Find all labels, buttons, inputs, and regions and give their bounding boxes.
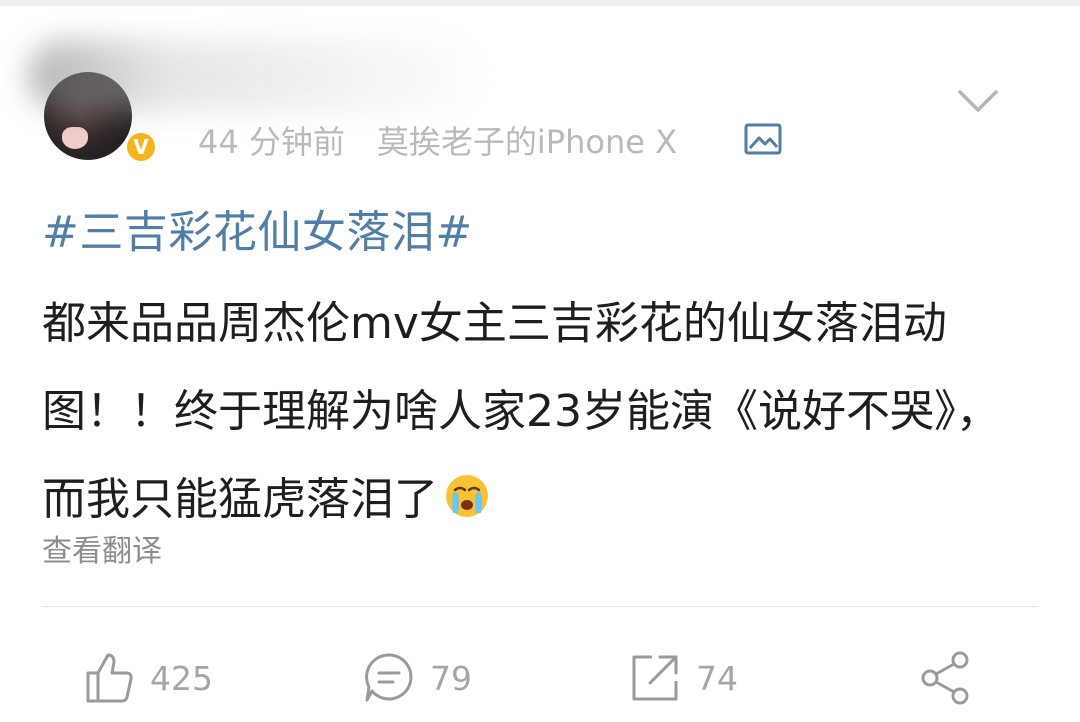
post-meta: 44 分钟前 莫挨老子的iPhone X (198, 118, 677, 162)
like-count: 425 (150, 658, 213, 698)
repost-arrow-icon (632, 655, 678, 701)
chevron-down-icon[interactable] (955, 84, 1001, 118)
top-strip (0, 0, 1080, 6)
translate-link[interactable]: 查看翻译 (42, 526, 162, 570)
share-button[interactable] (918, 648, 974, 708)
share-icon (921, 651, 969, 705)
post-time: 44 分钟前 (198, 123, 345, 161)
repost-button[interactable]: 74 (628, 648, 738, 708)
post-content: 都来品品周杰伦mv女主三吉彩花的仙女落泪动图！！终于理解为啥人家23岁能演《说好… (42, 280, 1042, 544)
topic-hashtag-link[interactable]: #三吉彩花仙女落泪# (42, 196, 473, 260)
divider (42, 606, 1038, 607)
crying-face-emoji-icon (446, 475, 488, 517)
verified-badge-icon: V (124, 130, 158, 164)
comment-count: 79 (430, 658, 472, 698)
post-text: 都来品品周杰伦mv女主三吉彩花的仙女落泪动图！！终于理解为啥人家23岁能演《说好… (42, 298, 1000, 525)
repost-count: 74 (696, 658, 738, 698)
like-button[interactable]: 425 (84, 648, 213, 708)
thumbs-up-icon (86, 653, 133, 703)
comment-button[interactable]: 79 (362, 648, 472, 708)
comment-bubble-icon (365, 653, 413, 702)
post-device[interactable]: 莫挨老子的iPhone X (377, 117, 677, 163)
blurred-username (28, 40, 488, 112)
image-icon (744, 123, 782, 155)
